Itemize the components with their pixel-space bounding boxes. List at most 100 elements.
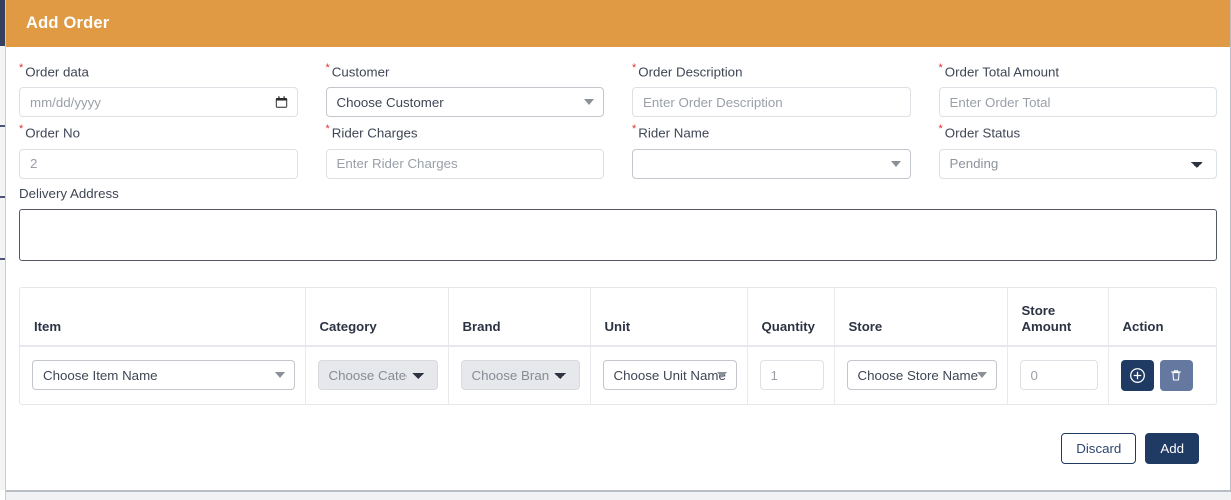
chevron-down-icon bbox=[890, 160, 901, 167]
edge-sliver-line-3 bbox=[0, 258, 5, 260]
store-select[interactable]: Choose Store Name bbox=[846, 360, 997, 391]
cell-brand: Choose Brand bbox=[448, 345, 591, 404]
items-table-body: Choose Item Name Choose Category Choose bbox=[20, 345, 1216, 404]
unit-select[interactable]: Choose Unit Name bbox=[602, 360, 737, 391]
field-delivery-address: Delivery Address bbox=[19, 185, 1217, 266]
edge-sliver-line-1 bbox=[0, 125, 5, 127]
required-asterisk: * bbox=[19, 62, 24, 74]
add-order-modal: Add Order *Order data *Customer bbox=[6, 0, 1231, 491]
brand-select[interactable]: Choose Brand bbox=[460, 360, 580, 391]
order-description-label: * Order Description bbox=[632, 60, 911, 80]
rider-charges-label-text: Rider Charges bbox=[331, 125, 418, 141]
cell-store-amount bbox=[1007, 345, 1109, 404]
column-header-item: Item bbox=[20, 287, 306, 347]
modal-header: Add Order bbox=[6, 0, 1230, 47]
delete-row-button[interactable] bbox=[1159, 359, 1193, 391]
column-header-quantity: Quantity bbox=[747, 287, 835, 347]
edge-sliver-line-2 bbox=[0, 196, 5, 198]
chevron-down-icon bbox=[716, 372, 727, 379]
required-asterisk: * bbox=[938, 123, 943, 136]
modal-title: Add Order bbox=[26, 14, 110, 32]
field-customer: * Customer Choose Customer bbox=[325, 60, 605, 118]
delete-row-icon bbox=[1171, 370, 1181, 381]
column-header-brand: Brand bbox=[448, 287, 591, 347]
edge-sliver-body bbox=[0, 46, 5, 490]
cell-quantity bbox=[747, 345, 835, 404]
field-order-total-amount: * Order Total Amount bbox=[938, 60, 1217, 118]
order-description-input[interactable] bbox=[632, 87, 911, 118]
field-order-no: * Order No bbox=[19, 121, 298, 179]
form-row-2: *Order No *Rider Charges *Rider Name *Or… bbox=[19, 121, 1218, 179]
order-status-select[interactable]: Pending bbox=[938, 148, 1217, 179]
table-row: Choose Item Name Choose Category Choose bbox=[20, 345, 1216, 404]
column-header-store-amount: Store Amount bbox=[1007, 287, 1109, 347]
rider-name-select[interactable] bbox=[632, 148, 911, 179]
order-no-label: * Order No bbox=[19, 121, 298, 141]
rider-name-label-text: Rider Name bbox=[638, 125, 710, 141]
required-asterisk: * bbox=[325, 62, 330, 74]
item-select[interactable]: Choose Item Name bbox=[32, 360, 295, 391]
unit-select-value: Choose Unit Name bbox=[613, 367, 726, 383]
required-asterisk: * bbox=[19, 123, 24, 136]
edge-sliver-header bbox=[0, 0, 5, 46]
add-button[interactable]: Add bbox=[1145, 432, 1199, 464]
order-total-amount-input[interactable] bbox=[938, 87, 1217, 118]
customer-select-value: Choose Customer bbox=[336, 94, 444, 110]
order-status-label: * Order Status bbox=[939, 121, 1218, 141]
order-no-input[interactable] bbox=[19, 148, 298, 179]
underlying-page-edge bbox=[0, 0, 6, 500]
quantity-input[interactable] bbox=[759, 360, 824, 391]
order-date-label: * Order data bbox=[19, 60, 298, 80]
form-row-1: *Order data *Customer Choose Customer bbox=[19, 60, 1217, 118]
items-table-head: Item Category Brand Unit Quantity Store … bbox=[20, 287, 1216, 347]
rider-name-label: * Rider Name bbox=[632, 121, 911, 141]
order-status-label-text: Order Status bbox=[944, 125, 1021, 141]
required-asterisk: * bbox=[632, 62, 637, 74]
item-select-value: Choose Item Name bbox=[43, 367, 158, 383]
add-row-button[interactable] bbox=[1120, 359, 1154, 391]
add-row-icon bbox=[1129, 367, 1145, 383]
category-select[interactable]: Choose Category bbox=[317, 360, 438, 391]
modal-footer: Discard Add bbox=[19, 419, 1217, 464]
rider-charges-input[interactable] bbox=[325, 148, 604, 179]
chevron-down-icon bbox=[274, 372, 285, 379]
cell-category: Choose Category bbox=[305, 345, 449, 404]
field-order-description: * Order Description bbox=[632, 60, 911, 118]
modal-body: *Order data *Customer Choose Customer bbox=[6, 47, 1230, 464]
cell-unit: Choose Unit Name bbox=[590, 345, 748, 404]
order-date-wrap bbox=[19, 87, 298, 118]
chevron-down-icon bbox=[976, 372, 987, 379]
required-asterisk: * bbox=[938, 62, 943, 74]
page-bottom-strip bbox=[0, 491, 1231, 500]
field-rider-charges: * Rider Charges bbox=[325, 121, 605, 179]
rider-charges-label: * Rider Charges bbox=[326, 121, 605, 141]
field-order-status: * Order Status Pending bbox=[938, 121, 1218, 179]
items-table: Item Category Brand Unit Quantity Store … bbox=[20, 287, 1216, 404]
store-amount-input[interactable] bbox=[1019, 360, 1098, 391]
column-header-unit: Unit bbox=[590, 287, 748, 347]
field-rider-name: * Rider Name bbox=[632, 121, 911, 179]
delivery-address-label: Delivery Address bbox=[19, 185, 119, 201]
required-asterisk: * bbox=[632, 123, 637, 136]
customer-label: * Customer bbox=[326, 60, 605, 80]
order-total-amount-label-text: Order Total Amount bbox=[944, 64, 1060, 80]
cell-store: Choose Store Name bbox=[834, 345, 1008, 404]
column-header-category: Category bbox=[305, 287, 449, 347]
items-table-wrapper: Item Category Brand Unit Quantity Store … bbox=[19, 286, 1217, 405]
store-select-value: Choose Store Name bbox=[857, 367, 978, 383]
delivery-address-textarea[interactable] bbox=[19, 208, 1217, 261]
required-asterisk: * bbox=[325, 123, 330, 136]
order-no-label-text: Order No bbox=[25, 125, 80, 141]
order-date-label-text: Order data bbox=[25, 64, 89, 80]
customer-select[interactable]: Choose Customer bbox=[325, 87, 604, 118]
chevron-down-icon bbox=[584, 99, 594, 106]
column-header-store: Store bbox=[834, 287, 1008, 347]
items-table-header-row: Item Category Brand Unit Quantity Store … bbox=[20, 287, 1216, 347]
column-header-action: Action bbox=[1108, 287, 1216, 347]
cell-action bbox=[1108, 346, 1216, 404]
customer-label-text: Customer bbox=[331, 64, 390, 80]
order-date-input[interactable] bbox=[19, 87, 298, 118]
field-order-date: * Order data bbox=[19, 60, 298, 118]
row-action-buttons bbox=[1120, 359, 1209, 391]
discard-button[interactable]: Discard bbox=[1061, 432, 1137, 464]
